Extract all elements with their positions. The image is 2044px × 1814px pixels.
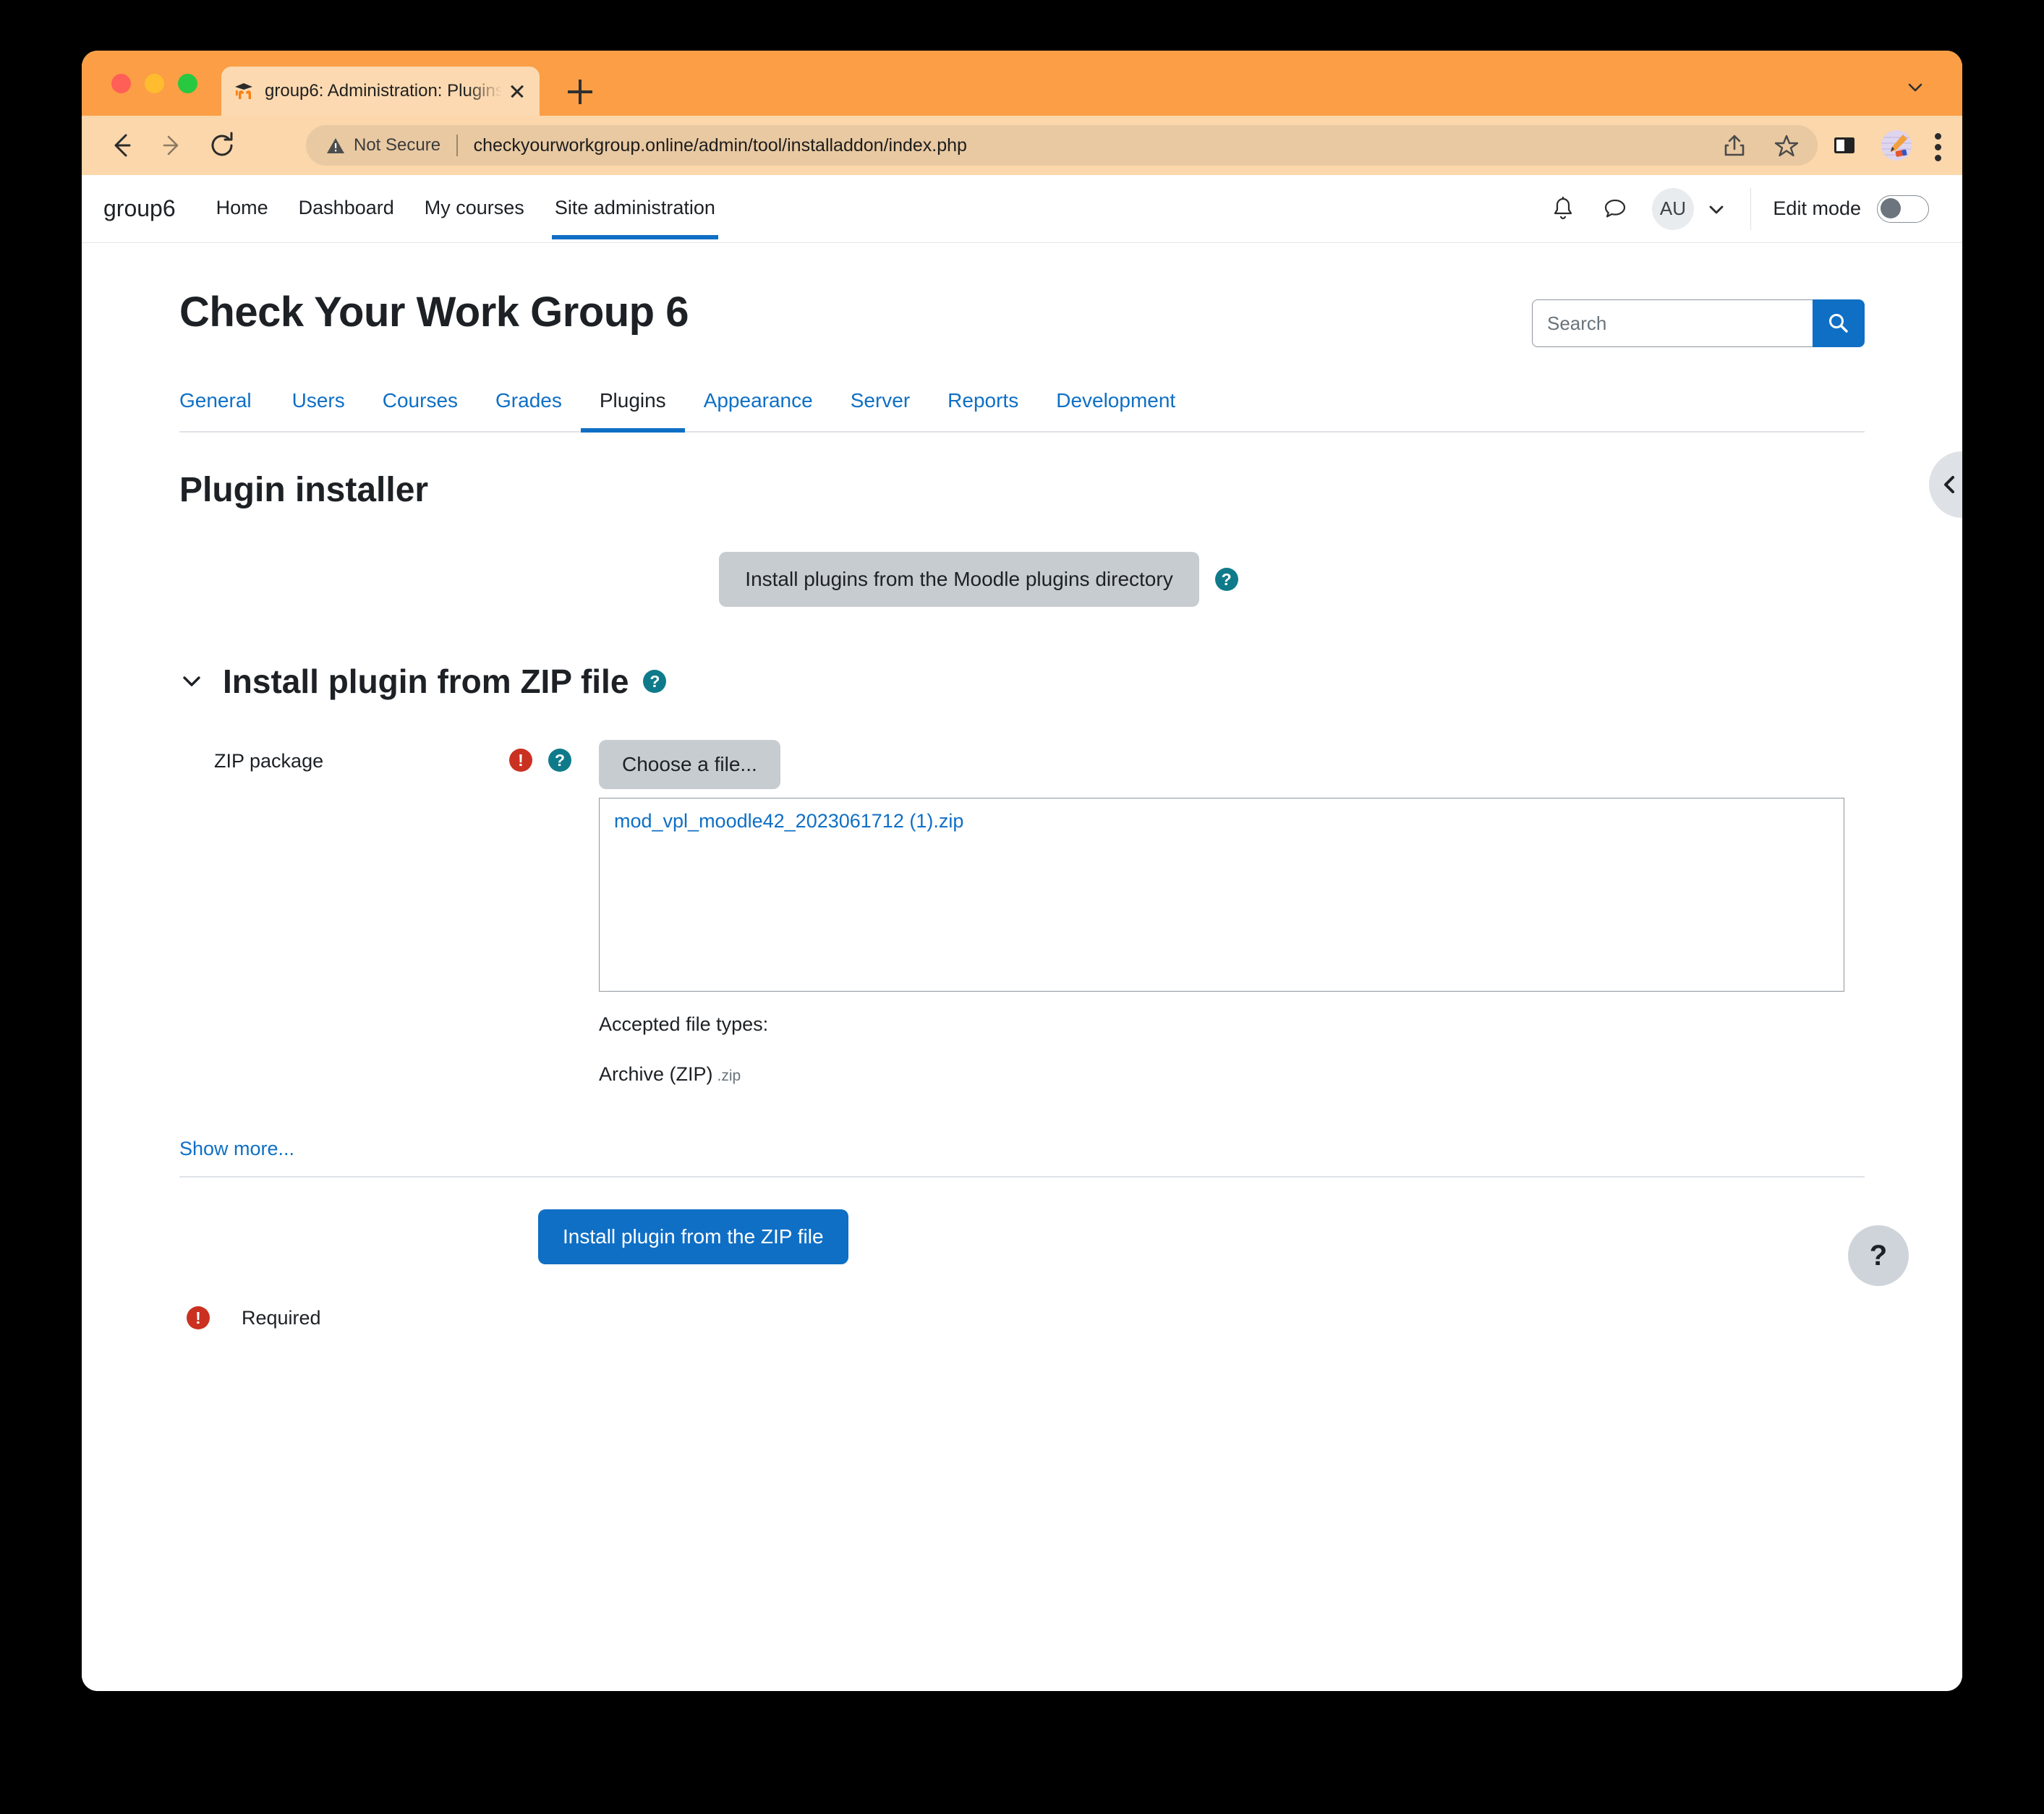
- edit-mode-label: Edit mode: [1773, 197, 1861, 219]
- accepted-file-type-row: Archive (ZIP) .zip: [599, 1063, 1865, 1086]
- site-brand[interactable]: group6: [103, 195, 176, 222]
- share-icon[interactable]: [1721, 132, 1748, 159]
- close-icon[interactable]: [506, 80, 528, 102]
- tab-plugins[interactable]: Plugins: [580, 382, 685, 433]
- file-dropzone[interactable]: mod_vpl_moodle42_2023061712 (1).zip: [599, 798, 1844, 992]
- bell-icon[interactable]: [1548, 194, 1578, 224]
- tab-courses[interactable]: Courses: [364, 382, 477, 431]
- avatar[interactable]: AU: [1651, 187, 1694, 230]
- zip-section-title: Install plugin from ZIP file: [223, 663, 629, 700]
- show-more-link[interactable]: Show more...: [179, 1138, 294, 1159]
- navbar-right-group: AU Edit mode: [1548, 187, 1929, 230]
- admin-tab-bar: General Users Courses Grades Plugins App…: [179, 382, 1865, 433]
- back-arrow-icon[interactable]: [101, 125, 141, 166]
- install-plugin-button[interactable]: Install plugin from the ZIP file: [538, 1209, 848, 1264]
- search-input[interactable]: [1532, 299, 1813, 347]
- window-minimize-button[interactable]: [145, 74, 164, 93]
- plugins-directory-row: Install plugins from the Moodle plugins …: [179, 552, 1865, 607]
- tab-reports[interactable]: Reports: [929, 382, 1037, 431]
- window-maximize-button[interactable]: [178, 74, 197, 93]
- browser-window: group6: Administration: Plugins Not Secu…: [82, 51, 1962, 1691]
- tab-general[interactable]: General: [179, 382, 271, 431]
- url-omnibox[interactable]: Not Secure checkyourworkgroup.online/adm…: [306, 125, 1818, 166]
- security-indicator[interactable]: Not Secure: [326, 135, 440, 156]
- reload-icon[interactable]: [202, 125, 242, 166]
- required-exclamation-icon: !: [187, 1306, 210, 1329]
- accepted-type-extension: .zip: [717, 1068, 741, 1084]
- nav-item-dashboard[interactable]: Dashboard: [296, 179, 397, 238]
- forward-arrow-icon[interactable]: [151, 125, 192, 166]
- profile-avatar-icon[interactable]: [1881, 130, 1912, 161]
- accepted-file-types-label: Accepted file types:: [599, 1013, 769, 1035]
- edit-mode-toggle[interactable]: [1877, 195, 1929, 223]
- security-label: Not Secure: [354, 135, 441, 155]
- tab-grades[interactable]: Grades: [477, 382, 581, 431]
- zip-section-header[interactable]: Install plugin from ZIP file ?: [179, 662, 1865, 701]
- dropped-file-name[interactable]: mod_vpl_moodle42_2023061712 (1).zip: [614, 810, 963, 832]
- zip-package-form-row: ZIP package ! ? Choose a file... mod_vpl…: [179, 740, 1865, 1086]
- window-close-button[interactable]: [111, 74, 131, 93]
- required-exclamation-icon: !: [509, 749, 532, 772]
- help-circle-icon[interactable]: ?: [1214, 568, 1238, 591]
- required-legend: ! Required: [187, 1306, 1865, 1329]
- page-content: Check Your Work Group 6 General Use: [82, 243, 1962, 1329]
- side-panel-icon[interactable]: [1831, 132, 1858, 159]
- chat-bubble-icon[interactable]: [1600, 194, 1630, 224]
- choose-file-button[interactable]: Choose a file...: [599, 740, 780, 789]
- chevron-down-icon[interactable]: [1707, 200, 1726, 218]
- floating-help-button[interactable]: ?: [1848, 1225, 1909, 1286]
- submit-row: Install plugin from the ZIP file: [179, 1209, 1865, 1264]
- tab-development[interactable]: Development: [1037, 382, 1194, 431]
- required-legend-label: Required: [242, 1306, 321, 1329]
- page-title-row: Check Your Work Group 6: [179, 288, 1865, 347]
- install-from-directory-button[interactable]: Install plugins from the Moodle plugins …: [719, 552, 1199, 607]
- moodle-logo-icon: [233, 80, 255, 102]
- omnibox-divider: [456, 135, 458, 156]
- nav-item-site-administration[interactable]: Site administration: [551, 179, 719, 239]
- show-more-row: Show more...: [179, 1138, 1865, 1178]
- section-title: Plugin installer: [179, 471, 429, 509]
- search-icon: [1829, 314, 1848, 333]
- help-circle-icon[interactable]: ?: [548, 749, 571, 772]
- warning-triangle-icon: [326, 136, 345, 155]
- kebab-menu-icon[interactable]: [1935, 129, 1943, 161]
- moodle-page: group6 Home Dashboard My courses Site ad…: [82, 175, 1962, 1691]
- nav-item-home[interactable]: Home: [213, 179, 271, 238]
- help-circle-icon[interactable]: ?: [643, 670, 667, 693]
- zip-package-label: ZIP package: [214, 750, 324, 772]
- chevron-down-icon[interactable]: [179, 669, 204, 694]
- search-box: [1532, 299, 1865, 347]
- browser-tab-title: group6: Administration: Plugins: [265, 81, 502, 101]
- browser-tab[interactable]: group6: Administration: Plugins: [221, 67, 540, 116]
- field-indicators: ! ?: [509, 740, 571, 772]
- star-icon[interactable]: [1773, 132, 1800, 159]
- search-button[interactable]: [1813, 299, 1865, 347]
- accepted-type-name: Archive (ZIP): [599, 1063, 713, 1085]
- new-tab-button[interactable]: [568, 80, 592, 104]
- url-text: checkyourworkgroup.online/admin/tool/ins…: [473, 135, 967, 156]
- omnibox-actions: [1721, 132, 1800, 159]
- tab-server[interactable]: Server: [832, 382, 929, 431]
- moodle-navbar: group6 Home Dashboard My courses Site ad…: [82, 175, 1962, 243]
- page-title: Check Your Work Group 6: [179, 289, 689, 336]
- chevron-down-icon[interactable]: [1906, 78, 1925, 97]
- file-picker-column: Choose a file... mod_vpl_moodle42_202306…: [599, 740, 1865, 1086]
- tab-users[interactable]: Users: [273, 382, 364, 431]
- tab-appearance[interactable]: Appearance: [685, 382, 832, 431]
- nav-item-my-courses[interactable]: My courses: [422, 179, 527, 238]
- browser-toolbar-right: [1831, 129, 1943, 161]
- browser-tab-strip: group6: Administration: Plugins: [82, 51, 1962, 116]
- navbar-divider: [1750, 187, 1752, 230]
- browser-address-bar: Not Secure checkyourworkgroup.online/adm…: [82, 116, 1962, 175]
